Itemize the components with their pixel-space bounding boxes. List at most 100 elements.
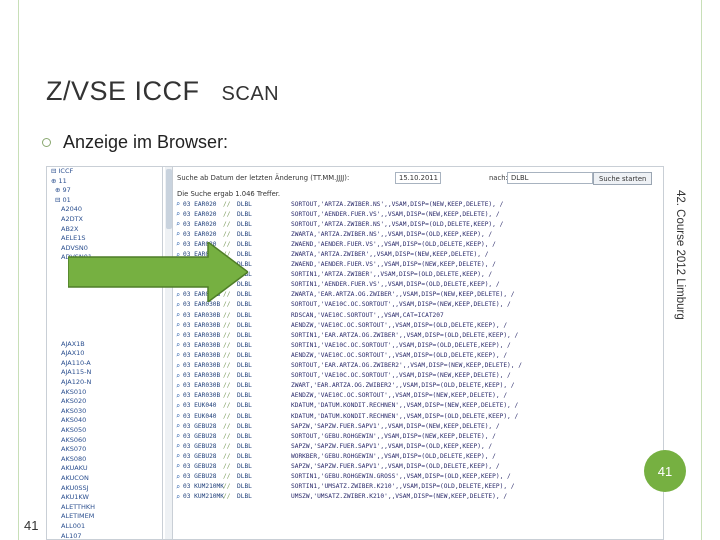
magnifier-icon[interactable]: ⌕ — [173, 473, 183, 481]
magnifier-icon[interactable]: ⌕ — [173, 422, 183, 430]
row-comment-marker: // — [223, 321, 231, 329]
result-row[interactable]: ⌕ 03 EAR020 // DLBL SORTOUT,'ARTZA.ZWIBER.NS… — [173, 199, 663, 209]
member-tree: ⊟ ICCF ⊕ 11 ⊕ 97 ⊟ 01 A2040 A2DTX AB2X AELE1S AD… — [47, 167, 163, 539]
result-row[interactable]: ⌕ 03 GEBU28 // DLBL SAPZW,'SAPZW.FUER.SAPV1'… — [173, 441, 663, 451]
magnifier-icon[interactable]: ⌕ — [173, 372, 183, 380]
magnifier-icon[interactable]: ⌕ — [173, 432, 183, 440]
search-button[interactable]: Suche starten — [593, 171, 653, 185]
magnifier-icon[interactable]: ⌕ — [173, 493, 183, 501]
row-member: 03 EAR030B — [183, 362, 221, 370]
result-row[interactable]: ⌕ 03 EAR030B// DLBL AENDZW,'VAE10C.OC.SORTO… — [173, 391, 663, 401]
result-row[interactable]: ⌕ 03 GEBU28 // DLBL SAPZW,'SAPZW.FUER.SAPV1'… — [173, 421, 663, 431]
result-row[interactable]: ⌕ 03 KUM210MK// DLBL UMSZW,'UMSATZ.ZWIBER.K… — [173, 492, 663, 502]
tree-item[interactable]: AKS070 — [47, 445, 162, 455]
magnifier-icon[interactable]: ⌕ — [173, 452, 183, 460]
tree-item[interactable]: AKU1KW — [47, 493, 162, 503]
row-comment-marker: // — [223, 432, 231, 440]
result-row[interactable]: ⌕ 03 EAR020 // DLBL SORTOUT,'AENDER.FUER.VS'… — [173, 209, 663, 219]
result-row[interactable]: ⌕ 03 EAR030B// DLBL ZWART,'EAR.ARTZA.OG.ZWI… — [173, 381, 663, 391]
tree-item[interactable]: AKU0SSJ — [47, 484, 162, 494]
scroll-thumb[interactable] — [166, 169, 172, 229]
tree-item[interactable]: ⊕ 97 — [47, 186, 162, 196]
row-member: 03 GEBU28 — [183, 462, 217, 470]
tree-item[interactable]: AKS080 — [47, 455, 162, 465]
tree-item[interactable]: AJA115-N — [47, 368, 162, 378]
result-row[interactable]: ⌕ 03 EAR030B// DLBL SORTOUT,'EAR.ARTZA.OG.Z… — [173, 361, 663, 371]
result-row[interactable]: ⌕ 03 EUK040 // DLBL KDATUM,'DATUM.KONDIT.REC… — [173, 401, 663, 411]
tree-item[interactable]: AJAX1B — [47, 340, 162, 350]
tree-item[interactable]: ⊕ 11 — [47, 177, 162, 187]
row-statement: DLBL — [237, 372, 252, 380]
magnifier-icon[interactable]: ⌕ — [173, 331, 183, 339]
name-input[interactable]: DLBL — [507, 172, 593, 184]
magnifier-icon[interactable]: ⌕ — [173, 402, 183, 410]
tree-item[interactable]: AKS040 — [47, 416, 162, 426]
result-row[interactable]: ⌕ 03 EAR020 // DLBL SORTOUT,'ARTZA.ZWIBER.NS… — [173, 219, 663, 229]
result-row[interactable]: ⌕ 03 GEBU28 // DLBL WORKBER,'GEBU.ROHGEWIN',… — [173, 451, 663, 461]
tree-item[interactable]: AKUCON — [47, 474, 162, 484]
magnifier-icon[interactable]: ⌕ — [173, 301, 183, 309]
title-scan: SCAN — [221, 83, 280, 105]
magnifier-icon[interactable]: ⌕ — [173, 220, 183, 228]
tree-item[interactable]: A2DTX — [47, 215, 162, 225]
result-row[interactable]: ⌕ 03 GEBU28 // DLBL SORTIN1,'GEBU.ROHGEWIN.G… — [173, 472, 663, 482]
result-row[interactable]: ⌕ 03 EAR030B// DLBL SORTOUT,'VAE10C.OC.SORT… — [173, 371, 663, 381]
magnifier-icon[interactable]: ⌕ — [173, 412, 183, 420]
tree-item[interactable]: AKS030 — [47, 407, 162, 417]
magnifier-icon[interactable]: ⌕ — [173, 311, 183, 319]
magnifier-icon[interactable]: ⌕ — [173, 351, 183, 359]
tree-item[interactable]: A2040 — [47, 205, 162, 215]
tree-item[interactable]: ALETIMEM — [47, 512, 162, 522]
row-comment-marker: // — [223, 493, 231, 501]
result-row[interactable]: ⌕ 03 GEBU28 // DLBL SAPZW,'SAPZW.FUER.SAPV1'… — [173, 461, 663, 471]
row-comment-marker: // — [223, 210, 231, 218]
date-input[interactable]: 15.10.2011 — [395, 172, 441, 184]
result-row[interactable]: ⌕ 03 EAR030B// DLBL AENDZW,'VAE10C.OC.SORTO… — [173, 350, 663, 360]
magnifier-icon[interactable]: ⌕ — [173, 230, 183, 238]
magnifier-icon[interactable]: ⌕ — [173, 321, 183, 329]
magnifier-icon[interactable]: ⌕ — [173, 200, 183, 208]
row-definition: SORTIN1,'GEBU.ROHGEWIN.GROSS',,VSAM,DISP… — [291, 473, 511, 481]
result-row[interactable]: ⌕ 03 KUM210MK// DLBL SORTIN1,'UMSATZ.ZWIBER… — [173, 482, 663, 492]
tree-item[interactable] — [47, 330, 162, 340]
tree-item[interactable] — [47, 321, 162, 331]
tree-item[interactable]: AJAX10 — [47, 349, 162, 359]
magnifier-icon[interactable]: ⌕ — [173, 382, 183, 390]
tree-item[interactable]: ALL001 — [47, 522, 162, 532]
tree-item[interactable]: ⊟ 01 — [47, 196, 162, 206]
result-row[interactable]: ⌕ 03 EAR030B// DLBL AENDZW,'VAE10C.OC.SORTO… — [173, 320, 663, 330]
tree-item[interactable]: AL107 — [47, 532, 162, 539]
magnifier-icon[interactable]: ⌕ — [173, 442, 183, 450]
tree-item[interactable]: AKS010 — [47, 388, 162, 398]
tree-item[interactable]: ⊟ ICCF — [47, 167, 162, 177]
magnifier-icon[interactable]: ⌕ — [173, 210, 183, 218]
magnifier-icon[interactable]: ⌕ — [173, 392, 183, 400]
search-date-label: Suche ab Datum der letzten Änderung (TT.… — [177, 174, 350, 182]
tree-scrollbar[interactable] — [165, 167, 173, 539]
result-row[interactable]: ⌕ 03 GEBU28 // DLBL SORTOUT,'GEBU.ROHGEWIN',… — [173, 431, 663, 441]
tree-item[interactable]: AKUAKU — [47, 464, 162, 474]
row-statement: DLBL — [237, 331, 252, 339]
magnifier-icon[interactable]: ⌕ — [173, 362, 183, 370]
tree-item[interactable]: AKS020 — [47, 397, 162, 407]
tree-item[interactable] — [47, 301, 162, 311]
result-row[interactable]: ⌕ 03 EAR030B// DLBL RDSCAN,'VAE10C.SORTOUT'… — [173, 310, 663, 320]
row-statement: DLBL — [237, 473, 252, 481]
tree-item[interactable]: AJA120-N — [47, 378, 162, 388]
result-row[interactable]: ⌕ 03 EAR020 // DLBL ZWARTA,'ARTZA.ZWIBER.NS'… — [173, 229, 663, 239]
result-row[interactable]: ⌕ 03 EUK040 // DLBL KDATUM,'DATUM.KONDIT.REC… — [173, 411, 663, 421]
result-row[interactable]: ⌕ 03 EAR030B// DLBL SORTIN1,'VAE10C.OC.SORT… — [173, 340, 663, 350]
magnifier-icon[interactable]: ⌕ — [173, 483, 183, 491]
tree-item[interactable] — [47, 311, 162, 321]
row-member: 03 GEBU28 — [183, 452, 217, 460]
tree-item[interactable]: AKS050 — [47, 426, 162, 436]
tree-item[interactable]: AKS060 — [47, 436, 162, 446]
tree-item[interactable]: AB2X — [47, 225, 162, 235]
tree-item[interactable]: AJA110-A — [47, 359, 162, 369]
magnifier-icon[interactable]: ⌕ — [173, 341, 183, 349]
magnifier-icon[interactable]: ⌕ — [173, 462, 183, 470]
row-comment-marker: // — [223, 483, 231, 491]
tree-item[interactable]: ALETTHKH — [47, 503, 162, 513]
result-row[interactable]: ⌕ 03 EAR030B// DLBL SORTIN1,'EAR.ARTZA.OG.Z… — [173, 330, 663, 340]
row-member: 03 EAR020 — [183, 200, 217, 208]
